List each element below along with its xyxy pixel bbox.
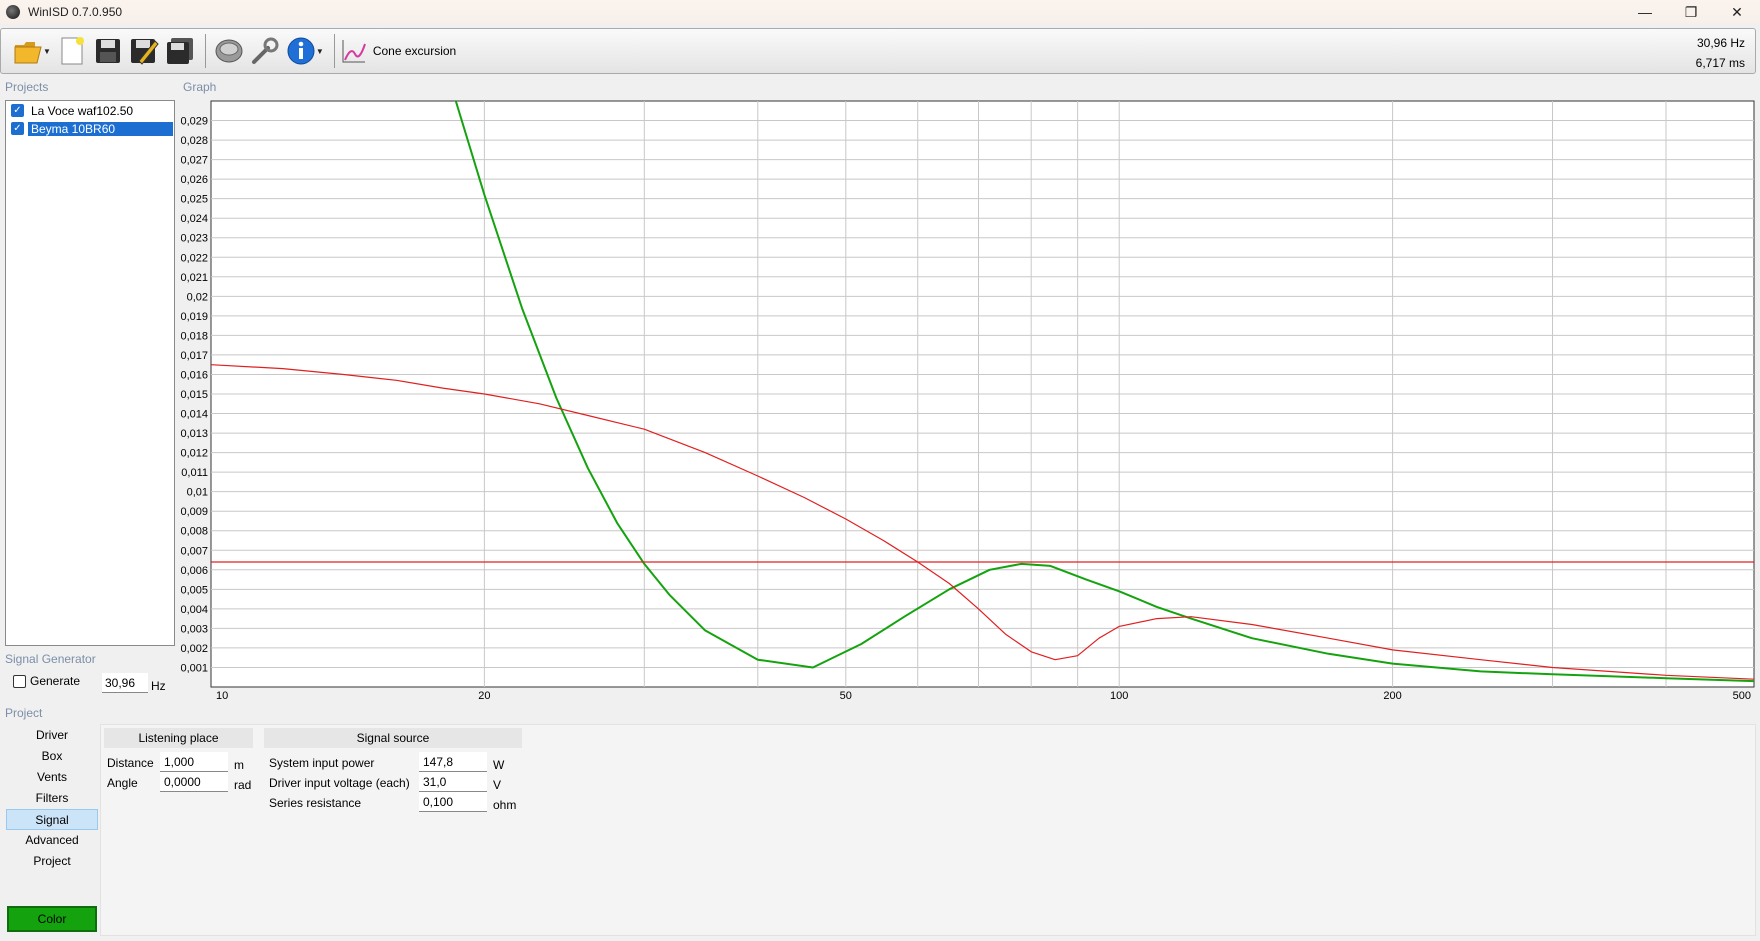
y-tick-label: 0,028 [180,135,208,147]
y-tick-label: 0,014 [180,409,208,421]
nav-item-project[interactable]: Project [6,851,98,872]
series-resistance-unit: ohm [493,798,517,812]
nav-item-advanced[interactable]: Advanced [6,830,98,851]
angle-input[interactable] [160,772,228,792]
x-tick-label: 50 [840,690,852,700]
driver-input-voltage-unit: V [493,778,502,792]
y-tick-label: 0,022 [180,252,208,264]
system-input-power-unit: W [493,758,505,772]
nav-item-vents[interactable]: Vents [6,767,98,788]
distance-input[interactable] [160,752,228,772]
project-label: Project [5,706,43,720]
y-tick-label: 0,015 [180,389,208,401]
y-tick-label: 0,026 [180,174,208,186]
driver-input-voltage-input[interactable] [419,772,487,792]
y-tick-label: 0,005 [180,584,208,596]
y-tick-label: 0,017 [180,350,208,362]
y-tick-label: 0,002 [180,643,208,655]
y-tick-label: 0,024 [180,213,208,225]
driver-input-voltage-label: Driver input voltage (each) [269,776,410,790]
y-tick-label: 0,004 [180,604,208,616]
y-tick-label: 0,018 [180,330,208,342]
y-tick-label: 0,013 [180,428,208,440]
y-tick-label: 0,025 [180,194,208,206]
angle-unit: rad [234,778,252,792]
y-tick-label: 0,023 [180,233,208,245]
y-tick-label: 0,009 [180,506,208,518]
x-tick-label: 20 [478,690,490,700]
color-button[interactable]: Color [7,906,97,932]
signal-panel: Listening place Distance m Angle rad Sig… [100,724,1756,936]
nav-item-signal[interactable]: Signal [6,809,98,830]
x-tick-label: 10 [216,690,228,700]
x-tick-label: 100 [1110,690,1128,700]
y-tick-label: 0,007 [180,545,208,557]
nav-item-driver[interactable]: Driver [6,725,98,746]
y-tick-label: 0,029 [180,116,208,128]
y-tick-label: 0,027 [180,155,208,167]
signal-source-header: Signal source [264,728,522,748]
y-tick-label: 0,02 [187,291,208,303]
series-resistance-label: Series resistance [269,796,362,810]
y-tick-label: 0,016 [180,369,208,381]
distance-label: Distance [107,756,154,770]
system-input-power-label: System input power [269,756,375,770]
nav-item-box[interactable]: Box [6,746,98,767]
project-nav: Driver Box Vents Filters Signal Advanced… [6,725,98,872]
y-tick-label: 0,003 [180,623,208,635]
y-tick-label: 0,001 [180,662,208,674]
angle-label: Angle [107,776,138,790]
system-input-power-input[interactable] [419,752,487,772]
nav-item-filters[interactable]: Filters [6,788,98,809]
distance-unit: m [234,758,244,772]
x-tick-label: 500 [1733,690,1751,700]
x-tick-label: 200 [1383,690,1401,700]
y-tick-label: 0,006 [180,565,208,577]
cone-excursion-graph[interactable]: 0,001 0,002 0,003 0,004 0,005 0,006 0,007 0,008… [0,0,1760,700]
y-tick-label: 0,011 [181,467,208,479]
y-tick-label: 0,01 [187,487,208,499]
y-tick-label: 0,008 [180,526,208,538]
listening-place-header: Listening place [104,728,253,748]
y-tick-label: 0,021 [180,272,208,284]
series-resistance-input[interactable] [419,792,487,812]
y-tick-label: 0,019 [180,311,208,323]
y-tick-label: 0,012 [180,448,208,460]
